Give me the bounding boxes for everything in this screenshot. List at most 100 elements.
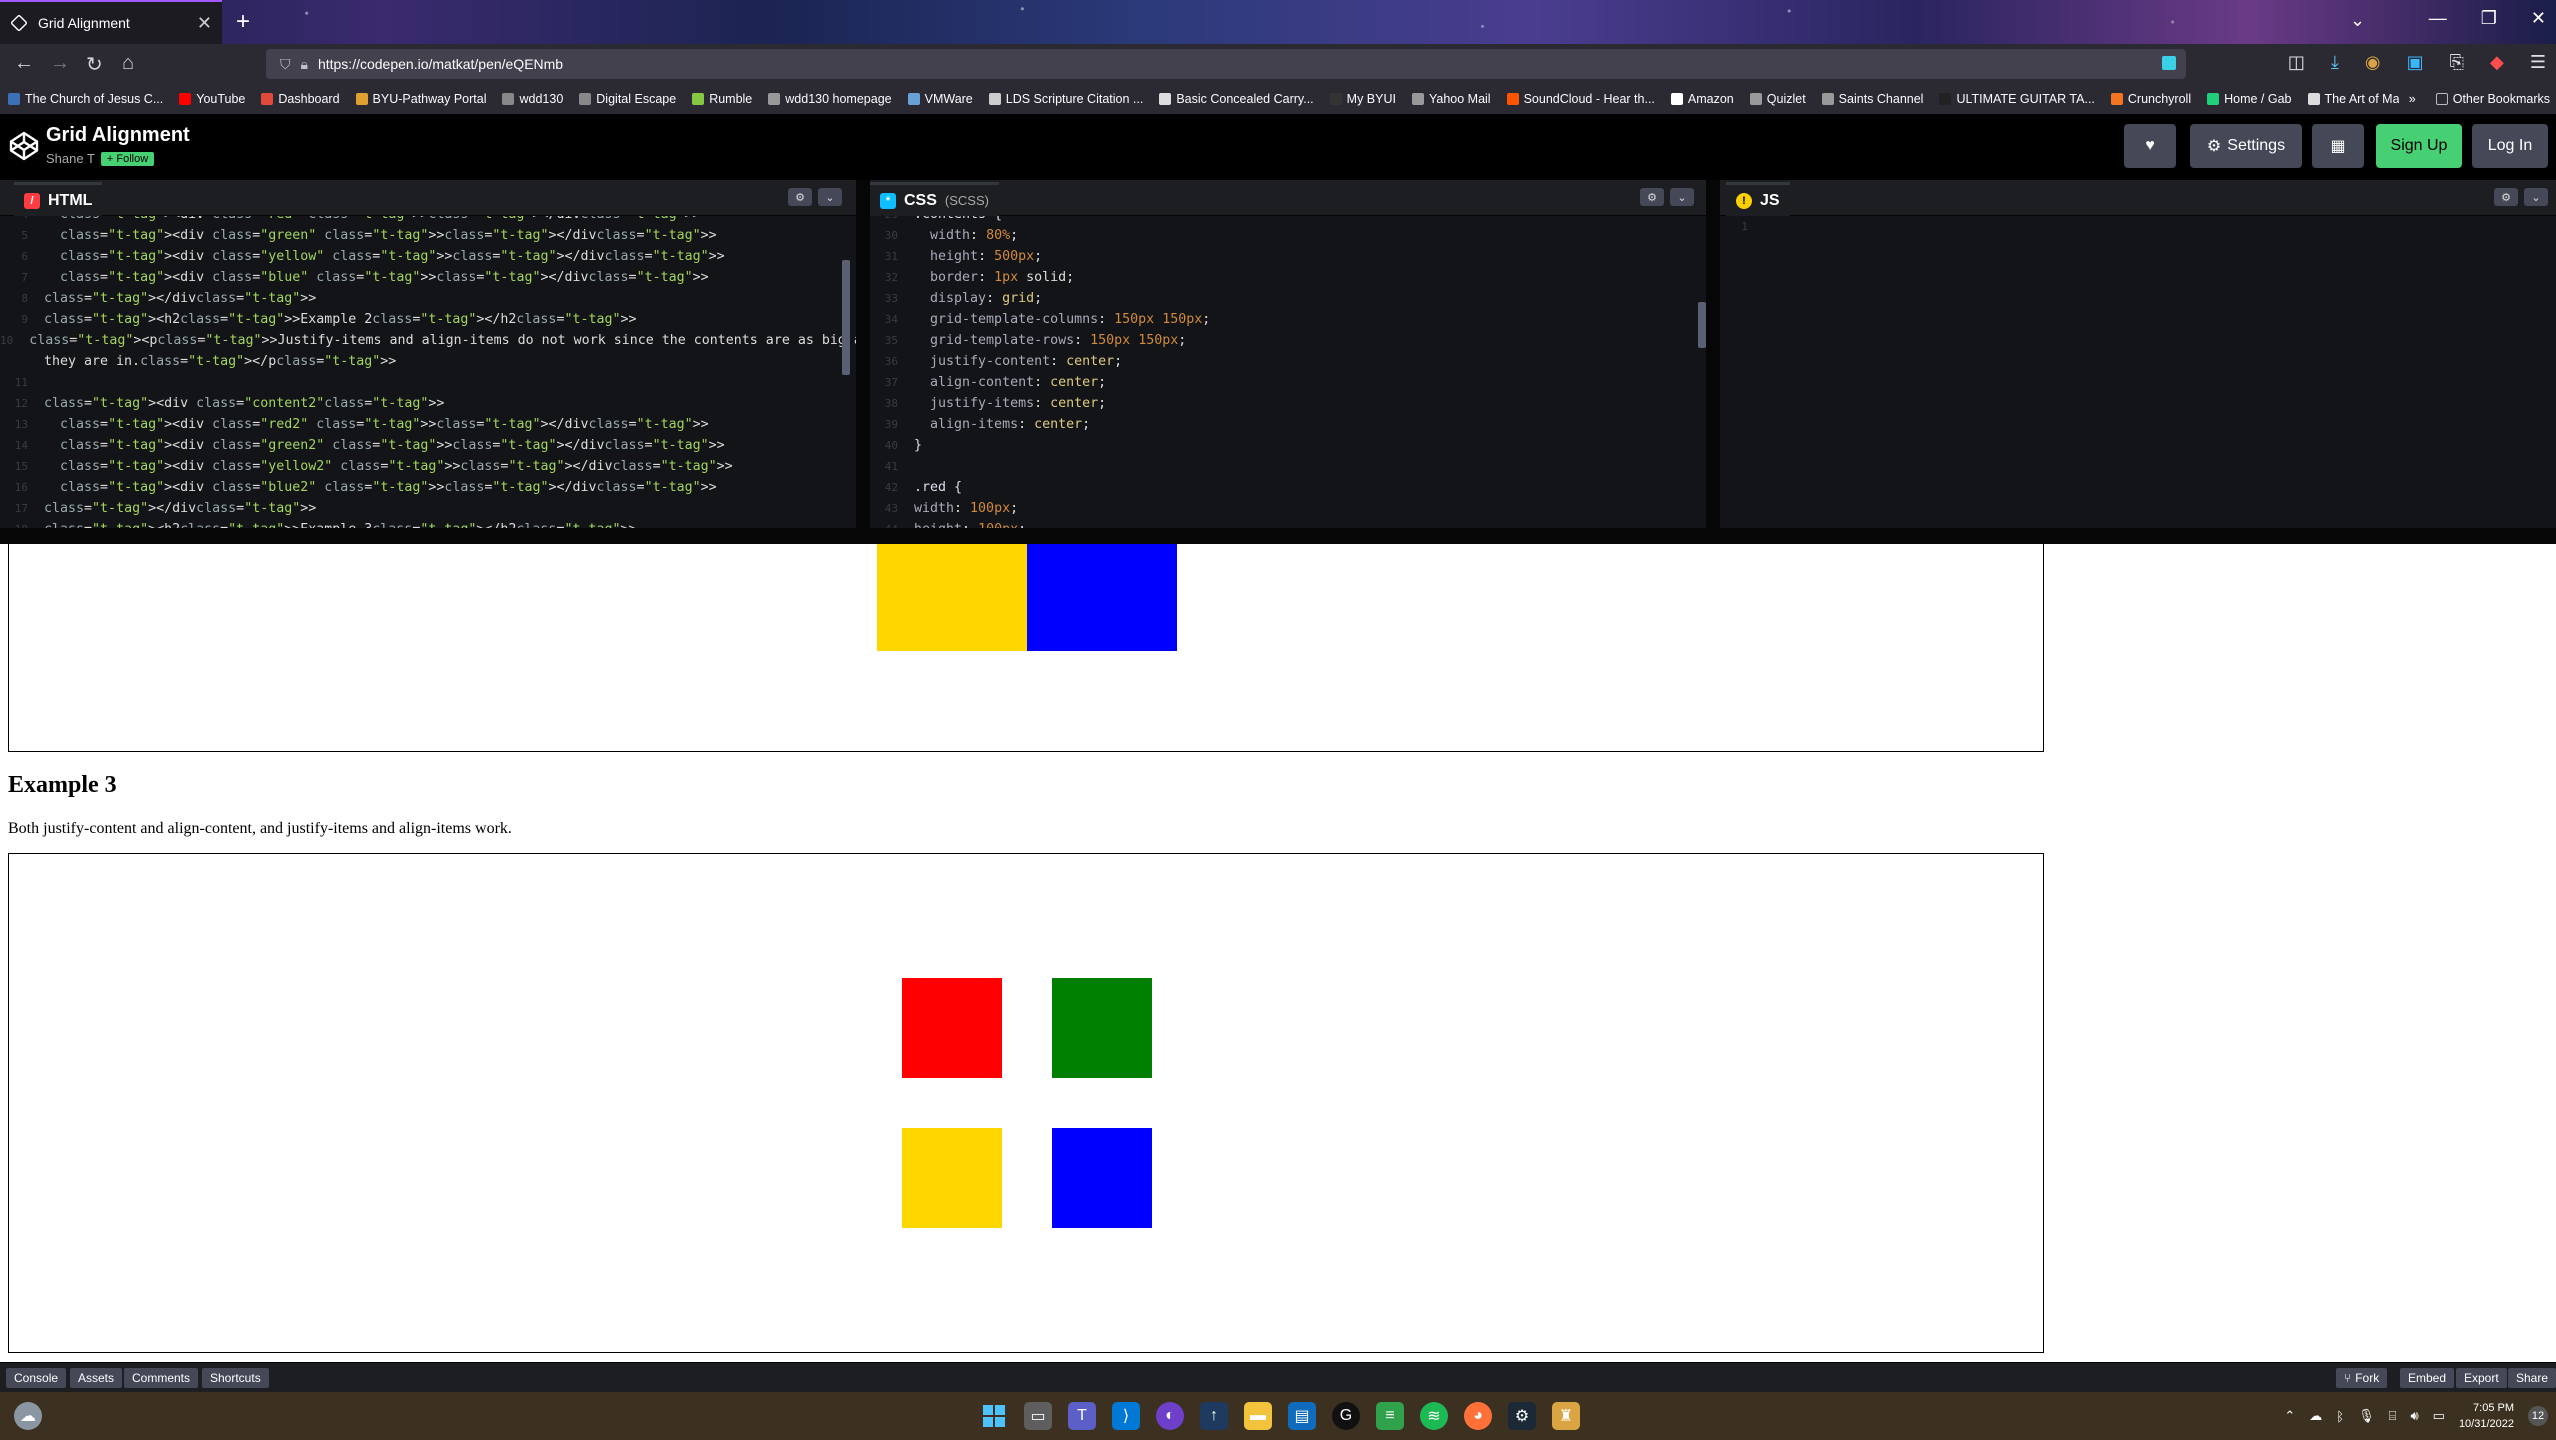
change-view-button[interactable]: ▦ [2312,124,2364,168]
bookmark-item[interactable]: Yahoo Mail [1411,92,1491,106]
steam-icon[interactable]: ⚙ [1508,1402,1536,1430]
bluetooth-icon[interactable]: ᛒ [2336,1409,2344,1424]
css-scrollbar[interactable] [1698,302,1706,348]
css-collapse-icon[interactable]: ⌄ [1670,188,1694,206]
pocket-icon[interactable]: ◫ [2288,52,2305,73]
weather-icon[interactable]: ☁ [14,1402,42,1430]
address-bar[interactable]: ⛉ 🔒︎ https://codepen.io/matkat/pen/eQENm… [266,49,2186,79]
forward-icon[interactable]: → [50,52,70,75]
close-window-icon[interactable]: ✕ [2531,8,2546,29]
pane-resize-handle[interactable] [856,180,870,528]
sign-up-button[interactable]: Sign Up [2376,124,2462,168]
bookmark-item[interactable]: wdd130 homepage [768,92,892,106]
task-view-icon[interactable]: ▭ [1024,1402,1052,1430]
fork-button[interactable]: ⑂ Fork [2336,1368,2388,1388]
minimize-icon[interactable]: — [2429,8,2447,29]
file-explorer-icon[interactable]: ▬ [1244,1402,1272,1430]
upload-app-icon[interactable]: ↑ [1200,1402,1228,1430]
bookmarks-chevron-icon[interactable]: » [2409,92,2416,106]
onedrive-icon[interactable]: ☁ [2309,1408,2322,1424]
clock[interactable]: 7:05 PM 10/31/2022 [2459,1400,2514,1432]
share-button[interactable]: Share [2508,1368,2556,1388]
extension-red-icon[interactable]: ◆ [2490,52,2504,73]
embed-button[interactable]: Embed [2400,1368,2455,1388]
follow-button[interactable]: + Follow [100,151,155,166]
bookmark-item[interactable]: Home / Gab [2207,92,2292,106]
bookmark-item[interactable]: Amazon [1670,92,1734,106]
bookmark-item[interactable]: LDS Scripture Citation ... [988,92,1143,106]
css-code-area[interactable]: 29.contents {30 width: 80%;31 height: 50… [870,216,1706,528]
other-bookmarks[interactable]: Other Bookmarks [2435,92,2550,106]
bookmark-item[interactable]: Saints Channel [1821,92,1923,106]
spotify-icon[interactable]: ≋ [1420,1402,1448,1430]
pen-title[interactable]: Grid Alignment [46,124,190,147]
reader-view-icon[interactable] [2162,56,2176,70]
html-scrollbar[interactable] [842,260,850,375]
home-icon[interactable]: ⌂ [122,52,134,75]
bookmark-item[interactable]: Basic Concealed Carry... [1159,92,1314,106]
codepen-logo-icon[interactable] [8,130,40,162]
extension-icon[interactable]: ◉ [2365,52,2381,73]
store-icon[interactable]: ▤ [1288,1402,1316,1430]
bookmark-item[interactable]: Crunchyroll [2110,92,2191,106]
settings-button[interactable]: ⚙ Settings [2190,124,2302,168]
console-button[interactable]: Console [6,1368,67,1388]
start-icon[interactable] [980,1402,1008,1430]
notification-badge[interactable]: 12 [2528,1406,2548,1426]
live-app-icon[interactable]: ≡ [1376,1402,1404,1430]
new-tab-button[interactable]: + [236,8,250,36]
js-collapse-icon[interactable]: ⌄ [2524,188,2548,206]
html-code-area[interactable]: 4 class="t-tag"><div class="red" class="… [0,216,856,528]
screenshot-icon[interactable]: ⎘ [2450,52,2464,73]
export-button[interactable]: Export [2456,1368,2507,1388]
teams-icon[interactable]: T [1068,1402,1096,1430]
github-desktop-icon[interactable]: G [1332,1402,1360,1430]
assets-button[interactable]: Assets [70,1368,123,1388]
game-launcher-icon[interactable]: ♜ [1552,1402,1580,1430]
bookmark-item[interactable]: ULTIMATE GUITAR TA... [1939,92,2095,106]
bookmark-item[interactable]: Dashboard [261,92,340,106]
bookmark-item[interactable]: BYU-Pathway Portal [355,92,486,106]
tray-chevron-icon[interactable]: ⌃ [2284,1408,2295,1424]
bookmark-item[interactable]: Rumble [692,92,752,106]
bookmark-item[interactable]: VMWare [907,92,973,106]
bookmark-item[interactable]: SoundCloud - Hear th... [1506,92,1655,106]
microphone-icon[interactable]: 🎙︎ [2358,1408,2375,1424]
battery-icon[interactable]: ▭ [2433,1408,2445,1424]
js-code-area[interactable]: 1 [1720,216,2556,528]
pane-resize-handle[interactable] [1706,180,1720,528]
html-tab[interactable]: / HTML [14,182,103,216]
css-tab[interactable]: * CSS (SCSS) [870,182,999,216]
bookmark-item[interactable]: Digital Escape [579,92,676,106]
downloads-icon[interactable]: ⤓ [2331,52,2339,73]
extension-badge-icon[interactable]: ▣ [2407,52,2424,73]
vscode-icon[interactable]: ⟩ [1112,1402,1140,1430]
list-all-tabs-icon[interactable]: ⌄ [2350,10,2365,31]
shortcuts-button[interactable]: Shortcuts [202,1368,269,1388]
bookmark-item[interactable]: wdd130 [502,92,563,106]
js-settings-icon[interactable]: ⚙ [2494,188,2518,206]
html-settings-icon[interactable]: ⚙ [788,188,812,206]
comments-button[interactable]: Comments [124,1368,199,1388]
back-icon[interactable]: ← [14,52,34,75]
restore-icon[interactable]: ❐ [2481,8,2497,29]
close-tab-icon[interactable]: ✕ [197,13,212,34]
firefox-icon[interactable]: ◕ [1464,1402,1492,1430]
preview-resize-bar[interactable] [0,528,2556,544]
bookmark-item[interactable]: Quizlet [1749,92,1806,106]
bookmark-item[interactable]: My BYUI [1329,92,1396,106]
reload-icon[interactable]: ↻ [86,52,103,77]
volume-icon[interactable]: 🔊︎ [2410,1408,2418,1424]
github-icon[interactable]: ◐ [1156,1402,1184,1430]
browser-tab[interactable]: Grid Alignment ✕ [0,0,222,44]
author-name[interactable]: Shane T [46,151,95,166]
bookmark-item[interactable]: YouTube [179,92,245,106]
network-icon[interactable]: ⌸ [2389,1408,2397,1424]
like-button[interactable]: ♥ [2124,124,2176,168]
shield-icon[interactable]: ⛉ [280,56,291,73]
bookmark-item[interactable]: The Church of Jesus C... [8,92,163,106]
menu-icon[interactable]: ☰ [2530,52,2546,73]
js-tab[interactable]: ! JS [1726,182,1790,216]
css-settings-icon[interactable]: ⚙ [1640,188,1664,206]
lock-icon[interactable]: 🔒︎ [301,56,308,73]
